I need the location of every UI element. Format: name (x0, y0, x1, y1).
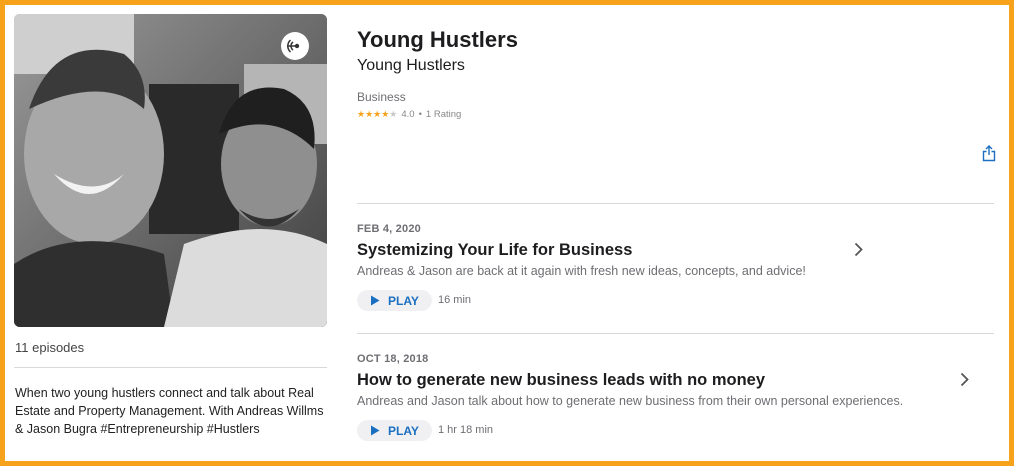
divider (357, 333, 994, 334)
episode-date: FEB 4, 2020 (357, 223, 421, 235)
podcast-author-link[interactable]: Young Hustlers (357, 57, 465, 75)
play-icon (371, 295, 380, 306)
episode-description: Andreas and Jason talk about how to gene… (357, 394, 904, 408)
episode-title-link[interactable]: How to generate new business leads with … (357, 371, 765, 390)
podcast-page: 11 episodes When two young hustlers conn… (5, 5, 1009, 461)
episode-date: OCT 18, 2018 (357, 353, 429, 365)
divider (14, 367, 327, 368)
divider (357, 203, 994, 204)
podcast-antenna-icon (281, 32, 309, 60)
chevron-right-icon[interactable] (960, 372, 969, 392)
artwork-photo (14, 14, 327, 327)
rating-value: 4.0 (401, 109, 415, 120)
play-icon (371, 425, 380, 436)
episode-duration: 1 hr 18 min (438, 424, 494, 436)
rating-separator: • (418, 109, 422, 120)
chevron-right-icon[interactable] (854, 242, 863, 262)
episodes-count: 11 episodes (15, 340, 85, 355)
podcast-artwork[interactable] (14, 14, 327, 327)
podcast-description: When two young hustlers connect and talk… (15, 386, 324, 436)
rating-stars: ★★★★★ (357, 109, 398, 119)
episode-description: Andreas & Jason are back at it again wit… (357, 264, 806, 278)
episode-title-link[interactable]: Systemizing Your Life for Business (357, 241, 632, 260)
play-button[interactable]: PLAY (357, 290, 432, 311)
rating-row: ★★★★★ 4.0 • 1 Rating (357, 109, 461, 120)
podcast-category-link[interactable]: Business (357, 90, 406, 104)
episode-duration: 16 min (438, 294, 472, 306)
rating-count: 1 Rating (425, 109, 462, 120)
play-button[interactable]: PLAY (357, 420, 432, 441)
podcast-title: Young Hustlers (357, 27, 518, 52)
play-label: PLAY (388, 293, 419, 308)
share-icon[interactable] (982, 145, 996, 167)
play-label: PLAY (388, 423, 419, 438)
